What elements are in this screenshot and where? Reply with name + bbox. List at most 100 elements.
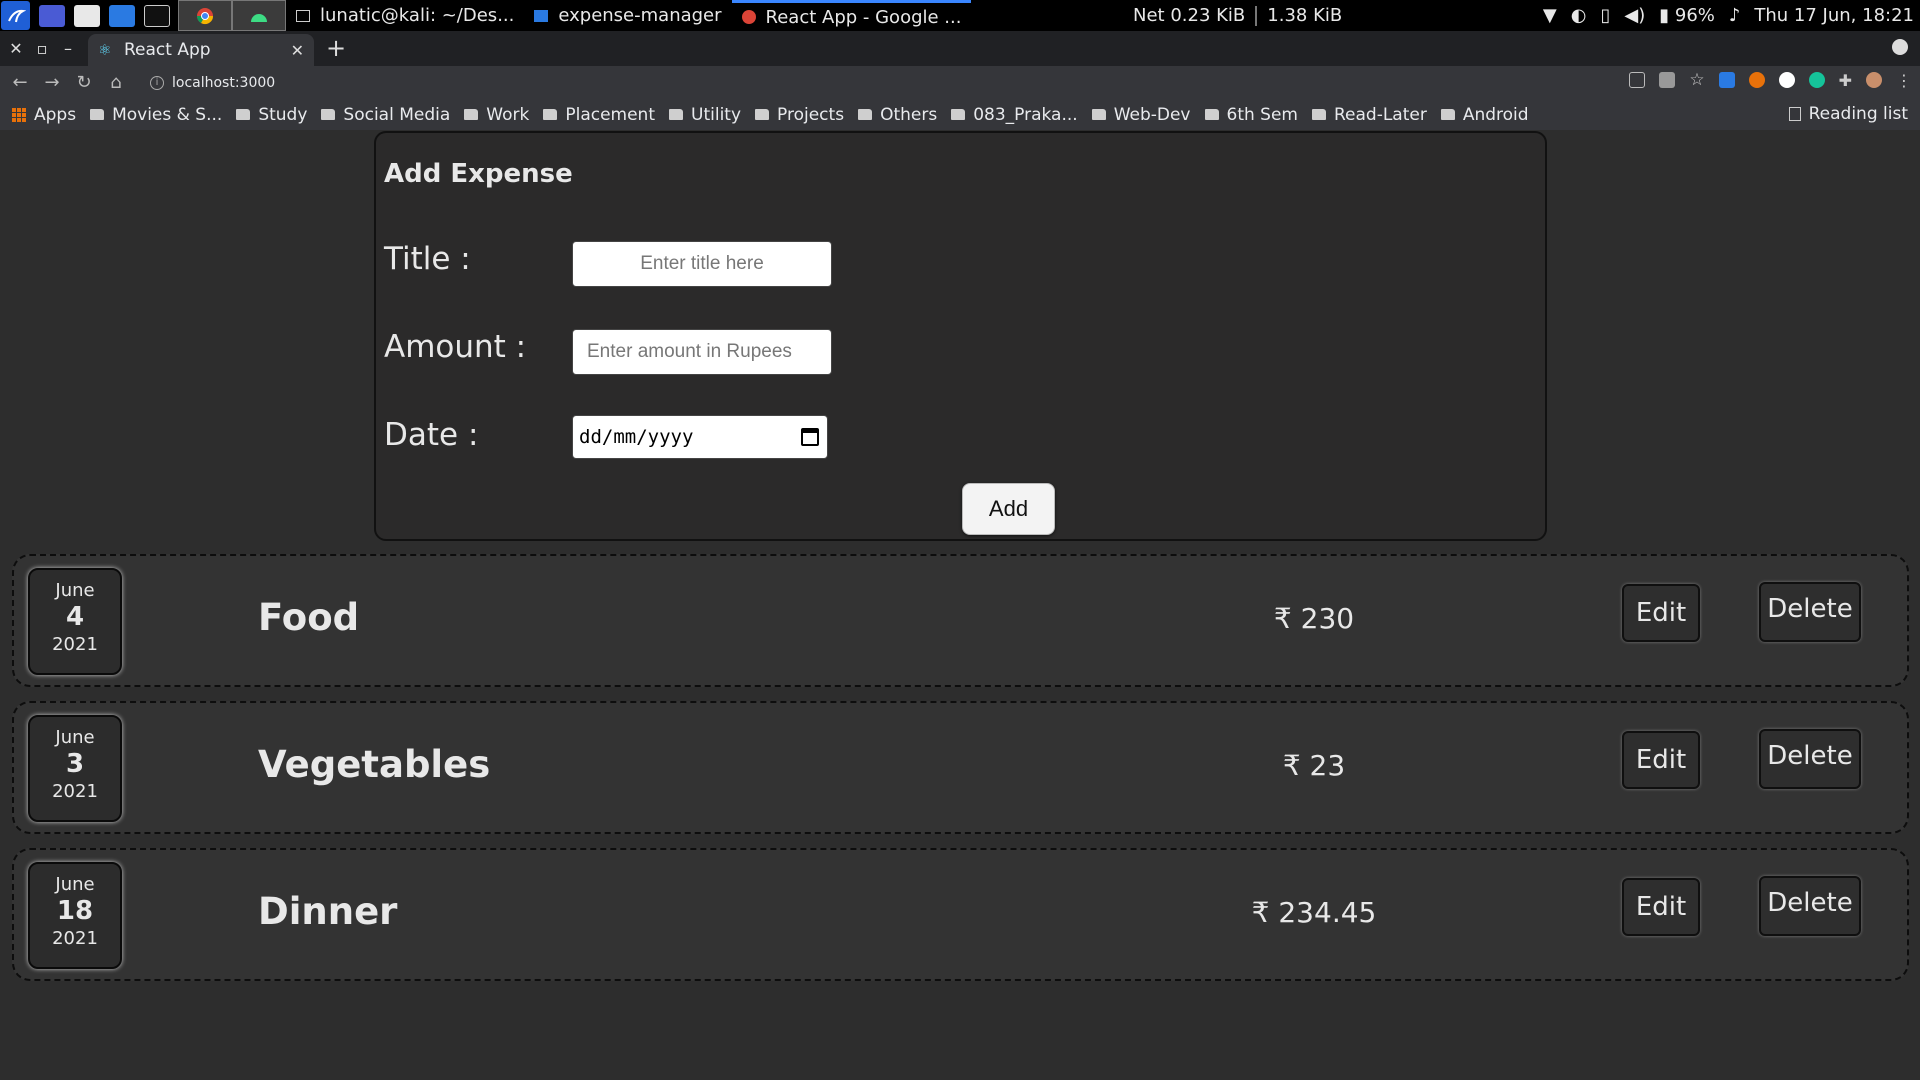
tab-close-icon[interactable]: ✕ — [291, 41, 304, 60]
browser-menu-icon[interactable]: ⋮ — [1896, 71, 1912, 90]
net-down-label: Net 0.23 KiB — [1133, 5, 1246, 26]
date-label: Date : — [384, 417, 479, 453]
kali-menu-icon[interactable] — [1, 1, 30, 30]
bookmark-folder[interactable]: 083_Praka... — [951, 105, 1078, 125]
taskbar-task-file-manager[interactable]: expense-manager — [524, 0, 731, 31]
address-bar[interactable]: i localhost:3000 — [140, 69, 285, 97]
folder-icon — [951, 109, 966, 120]
bookmark-folder[interactable]: Work — [464, 105, 529, 125]
reading-list-icon — [1788, 107, 1801, 121]
bookmark-label: Others — [880, 104, 938, 125]
bookmark-folder[interactable]: Others — [858, 105, 937, 125]
bookmark-star-icon[interactable]: ☆ — [1689, 70, 1704, 90]
bookmark-folder[interactable]: Projects — [755, 105, 844, 125]
folder-icon — [1204, 109, 1219, 120]
site-info-icon[interactable]: i — [150, 75, 164, 90]
taskbar-task-chrome[interactable]: React App - Google ... — [731, 0, 972, 31]
reading-list-label: Reading list — [1808, 104, 1908, 124]
delete-button[interactable]: Delete — [1759, 876, 1861, 936]
bookmark-folder[interactable]: Read-Later — [1311, 105, 1427, 125]
window-maximize-icon[interactable]: ▫ — [32, 39, 52, 58]
window-close-icon[interactable]: ✕ — [6, 39, 26, 58]
bookmark-label: Web-Dev — [1113, 104, 1191, 125]
folder-icon[interactable] — [109, 4, 135, 27]
qr-code-icon[interactable] — [1659, 72, 1676, 88]
extension-pen-icon[interactable] — [1718, 72, 1735, 88]
extensions-area: ☆ ✚ ⋮ — [1629, 70, 1912, 90]
tab-search-icon[interactable] — [1892, 39, 1908, 55]
edit-button[interactable]: Edit — [1622, 731, 1700, 789]
window-minimize-icon[interactable]: – — [58, 39, 78, 58]
home-icon[interactable]: ⌂ — [104, 72, 128, 93]
bookmark-folder[interactable]: Placement — [543, 105, 655, 125]
bookmark-folder[interactable]: Web-Dev — [1091, 104, 1191, 125]
wifi-icon[interactable]: ▼ — [1543, 5, 1557, 26]
delete-button[interactable]: Delete — [1759, 582, 1861, 642]
folder-icon — [669, 109, 684, 120]
chrome-window-icon[interactable] — [178, 0, 232, 31]
expense-date: June 18 2021 — [28, 862, 122, 969]
reload-icon[interactable]: ↻ — [72, 72, 96, 93]
add-button[interactable]: Add — [962, 483, 1055, 535]
taskbar-task-terminal[interactable]: lunatic@kali: ~/Des... — [286, 0, 524, 31]
expense-item: June 3 2021 Vegetables ₹ 23 Edit Delete — [12, 701, 1909, 834]
github-icon[interactable] — [1778, 72, 1795, 88]
expense-amount: ₹ 234.45 — [1251, 896, 1377, 929]
shield-icon[interactable]: ◐ — [1571, 5, 1587, 26]
clock[interactable]: Thu 17 Jun, 18:21 — [1754, 5, 1914, 26]
bookmark-folder[interactable]: Social Media — [321, 105, 450, 125]
bookmark-label: Android — [1462, 104, 1529, 125]
bookmark-label: Movies & S... — [112, 104, 223, 125]
chrome-icon — [741, 10, 756, 24]
reading-list[interactable]: Reading list — [1788, 104, 1908, 124]
extension-color-icon[interactable] — [1748, 72, 1765, 88]
back-icon[interactable]: ← — [8, 72, 32, 93]
battery-indicator[interactable]: ▮ 96% — [1659, 5, 1715, 26]
network-monitor: Net 0.23 KiB 1.38 KiB — [1133, 0, 1342, 31]
edit-button[interactable]: Edit — [1622, 878, 1700, 936]
delete-button[interactable]: Delete — [1759, 729, 1861, 789]
folder-icon — [90, 109, 105, 120]
new-tab-icon[interactable]: + — [326, 34, 346, 62]
android-studio-window-icon[interactable] — [232, 0, 286, 31]
terminal-icon — [296, 9, 310, 22]
profile-avatar[interactable] — [1866, 72, 1882, 88]
tab-react-app[interactable]: ⚛ React App ✕ — [88, 34, 314, 66]
date-input[interactable]: dd/mm/yyyy — [572, 415, 828, 459]
expense-month: June — [55, 727, 95, 748]
folder-icon — [1091, 109, 1106, 120]
form-heading: Add Expense — [384, 159, 573, 189]
page-content: Add Expense Title : Amount : Date : dd/m… — [0, 130, 1920, 1080]
notification-bell-icon[interactable]: ♪ — [1729, 5, 1741, 26]
bookmark-folder[interactable]: Movies & S... — [90, 105, 222, 125]
bookmark-label: Placement — [565, 104, 656, 125]
extensions-puzzle-icon[interactable]: ✚ — [1839, 71, 1852, 90]
expense-date: June 3 2021 — [28, 715, 122, 822]
bookmark-folder[interactable]: Utility — [669, 105, 741, 125]
bookmark-folder[interactable]: Android — [1440, 104, 1529, 125]
terminal-icon[interactable] — [144, 4, 170, 27]
bookmark-apps[interactable]: Apps — [12, 105, 76, 125]
phone-icon[interactable]: ▯ — [1600, 5, 1610, 26]
taskbar-task-label: React App - Google ... — [765, 6, 962, 28]
desktop-icon[interactable] — [39, 4, 65, 27]
title-label: Title : — [384, 241, 471, 277]
expense-item: June 18 2021 Dinner ₹ 234.45 Edit Delete — [12, 848, 1909, 981]
expense-year: 2021 — [52, 634, 98, 655]
expense-title: Dinner — [258, 890, 398, 933]
forward-icon[interactable]: → — [40, 72, 64, 93]
bookmark-folder[interactable]: Study — [236, 105, 307, 125]
cast-icon[interactable] — [1629, 72, 1646, 88]
volume-icon[interactable]: ◀) — [1624, 5, 1645, 26]
calendar-icon[interactable] — [801, 428, 819, 446]
bookmark-folder[interactable]: 6th Sem — [1204, 105, 1298, 125]
os-taskbar: lunatic@kali: ~/Des... expense-manager R… — [0, 0, 1920, 31]
title-input[interactable] — [572, 241, 832, 287]
browser-tab-bar: ✕ ▫ – ⚛ React App ✕ + — [0, 31, 1920, 66]
expense-month: June — [55, 874, 95, 895]
edit-button[interactable]: Edit — [1622, 584, 1700, 642]
files-icon[interactable] — [74, 4, 100, 27]
date-placeholder: dd/mm/yyyy — [579, 426, 694, 448]
amount-input[interactable] — [572, 329, 832, 375]
grammarly-icon[interactable] — [1808, 72, 1825, 88]
